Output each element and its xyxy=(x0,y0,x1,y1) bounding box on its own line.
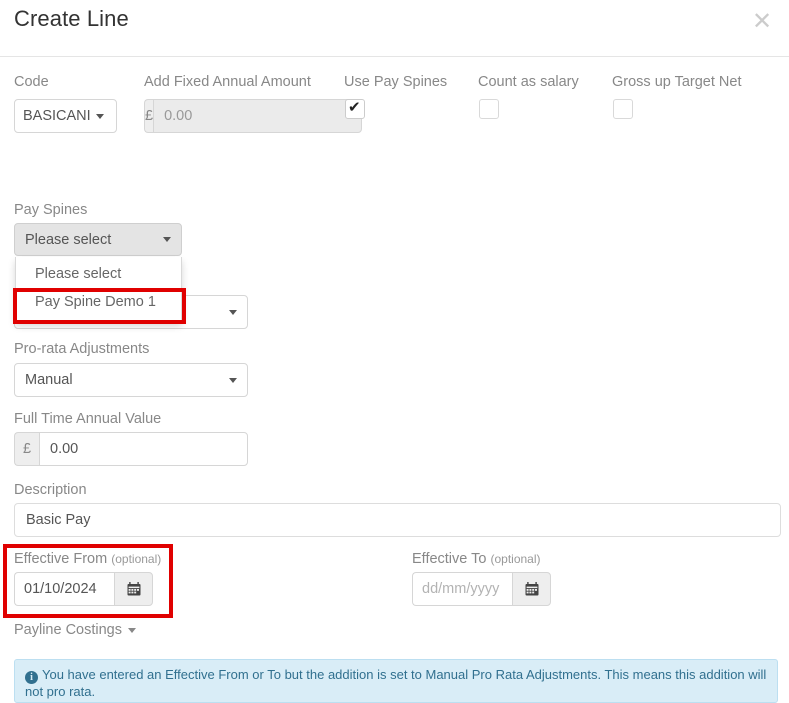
full-time-annual-value-group: £ xyxy=(14,432,248,466)
currency-addon: £ xyxy=(144,99,154,133)
info-icon: i xyxy=(25,671,38,684)
calendar-icon xyxy=(525,582,538,596)
payline-costings-label: Payline Costings xyxy=(14,622,122,638)
close-icon[interactable]: ✕ xyxy=(749,8,775,34)
chevron-down-icon xyxy=(163,237,171,242)
pay-spines-label: Pay Spines xyxy=(14,202,88,218)
pay-spines-option-0[interactable]: Please select xyxy=(16,262,181,287)
page-title: Create Line xyxy=(14,6,129,31)
use-pay-spines-checkbox[interactable] xyxy=(345,98,365,119)
pay-spines-option-1[interactable]: Pay Spine Demo 1 xyxy=(16,290,181,315)
effective-to-label-text: Effective To xyxy=(412,551,487,567)
use-pay-spines-label: Use Pay Spines xyxy=(344,74,448,90)
description-input[interactable] xyxy=(14,503,781,537)
effective-from-label-text: Effective From xyxy=(14,551,108,567)
count-as-salary-label: Count as salary xyxy=(478,74,579,90)
info-alert-message: You have entered an Effective From or To… xyxy=(25,667,767,699)
effective-from-input[interactable] xyxy=(14,572,114,606)
effective-from-group xyxy=(14,572,153,606)
gross-up-target-net-checkbox[interactable] xyxy=(613,99,633,119)
code-value: BASICANI xyxy=(23,108,91,124)
pay-spines-dropdown[interactable]: Please select xyxy=(14,223,182,256)
full-time-annual-value-label: Full Time Annual Value xyxy=(14,411,162,427)
code-dropdown[interactable]: BASICANI xyxy=(14,99,117,133)
gross-up-target-net-label: Gross up Target Net xyxy=(612,74,742,90)
pro-rata-adjustments-value: Manual xyxy=(25,372,73,388)
code-label: Code xyxy=(14,74,49,90)
effective-to-group xyxy=(412,572,551,606)
pro-rata-adjustments-select[interactable]: Manual xyxy=(14,363,248,397)
chevron-down-icon xyxy=(128,627,136,633)
chevron-down-icon xyxy=(229,309,237,315)
effective-to-optional-tag: (optional) xyxy=(490,552,541,566)
fixed-annual-amount-input[interactable] xyxy=(153,99,363,133)
pro-rata-adjustments-label: Pro-rata Adjustments xyxy=(14,341,150,357)
effective-to-input[interactable] xyxy=(412,572,512,606)
chevron-down-icon xyxy=(95,113,104,119)
payline-costings-toggle[interactable]: Payline Costings xyxy=(14,622,136,638)
currency-addon: £ xyxy=(14,432,39,466)
effective-to-calendar-button[interactable] xyxy=(512,572,551,606)
fixed-annual-amount-label: Add Fixed Annual Amount xyxy=(144,74,311,90)
chevron-down-icon xyxy=(229,377,237,383)
full-time-annual-value-input[interactable] xyxy=(39,432,248,466)
calendar-icon xyxy=(127,582,140,596)
count-as-salary-checkbox[interactable] xyxy=(479,99,499,119)
effective-from-optional-tag: (optional) xyxy=(111,552,162,566)
fixed-annual-amount-group: £ xyxy=(144,99,363,133)
description-label: Description xyxy=(14,482,87,498)
modal-header: Create Line ✕ xyxy=(0,0,789,57)
effective-from-label: Effective From (optional) xyxy=(14,551,161,567)
pay-spines-selected-value: Please select xyxy=(25,231,112,248)
info-alert: i You have entered an Effective From or T… xyxy=(14,659,778,703)
effective-to-label: Effective To (optional) xyxy=(412,551,541,567)
effective-from-calendar-button[interactable] xyxy=(114,572,153,606)
pay-spines-option-list: Please select Pay Spine Demo 1 xyxy=(15,257,182,322)
